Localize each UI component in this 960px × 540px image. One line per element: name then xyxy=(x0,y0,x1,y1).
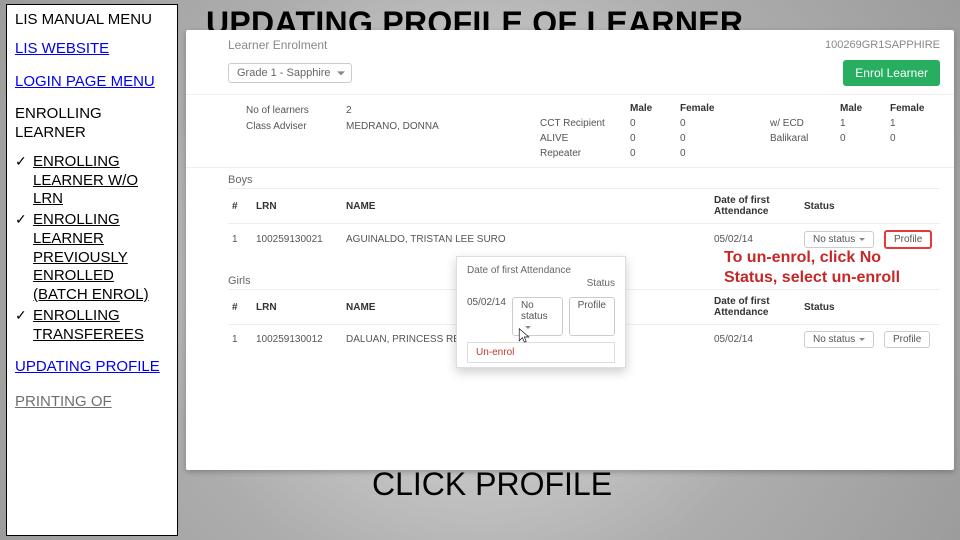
cell: ALIVE xyxy=(540,133,630,144)
cell xyxy=(730,118,770,129)
cell: 0 xyxy=(890,133,940,144)
popup-label-date: Date of first Attendance xyxy=(467,265,615,276)
col-hdr xyxy=(770,103,840,114)
th: LRN xyxy=(252,189,342,224)
cell: 100259130021 xyxy=(252,224,342,256)
th: LRN xyxy=(252,290,342,325)
boys-table: # LRN NAME Date of first Attendance Stat… xyxy=(228,188,940,255)
cell: 0 xyxy=(680,148,730,159)
cell: 0 xyxy=(680,118,730,129)
cell: 0 xyxy=(630,148,680,159)
col-hdr xyxy=(540,103,630,114)
screenshot-header: Learner Enrolment 100269GR1SAPPHIRE xyxy=(186,30,954,56)
sidebar-link-updating-profile[interactable]: UPDATING PROFILE xyxy=(15,358,169,377)
summary-block: No of learners2 Class AdviserMEDRANO, DO… xyxy=(186,95,954,168)
th xyxy=(880,189,940,224)
cell: 1 xyxy=(890,118,940,129)
sidebar-item-enrol-no-lrn[interactable]: ✓ ENROLLING LEARNER W/O LRN xyxy=(15,153,169,209)
th: # xyxy=(228,189,252,224)
cell: Balikaral xyxy=(770,133,840,144)
sidebar-link-login-page[interactable]: LOGIN PAGE MENU xyxy=(15,73,169,92)
click-profile-label: CLICK PROFILE xyxy=(372,468,612,502)
cell: 0 xyxy=(680,133,730,144)
col-hdr: Female xyxy=(890,103,940,114)
cell: 0 xyxy=(630,133,680,144)
check-icon: ✓ xyxy=(15,153,27,171)
cell xyxy=(890,148,940,159)
cell: 05/02/14 xyxy=(710,325,800,355)
summary-value: MEDRANO, DONNA xyxy=(346,119,540,135)
cell: 0 xyxy=(630,118,680,129)
th: Date of first Attendance xyxy=(710,290,800,325)
cell: 0 xyxy=(840,133,890,144)
sidebar-item-enrol-prev[interactable]: ✓ ENROLLING LEARNER PREVIOUSLY ENROLLED … xyxy=(15,211,169,305)
cell: 1 xyxy=(228,325,252,355)
popup-profile-button[interactable]: Profile xyxy=(569,297,615,336)
popup-menu-item-unenrol[interactable]: Un-enrol xyxy=(467,342,615,363)
th: Status xyxy=(800,290,880,325)
popup-date-value: 05/02/14 xyxy=(467,297,506,336)
cell: 1 xyxy=(840,118,890,129)
summary-left: No of learners2 Class AdviserMEDRANO, DO… xyxy=(246,103,540,159)
th xyxy=(880,290,940,325)
th: Status xyxy=(800,189,880,224)
cell: 1 xyxy=(228,224,252,256)
sidebar-item-label: ENROLLING LEARNER PREVIOUSLY ENROLLED (B… xyxy=(33,211,149,303)
user-code: 100269GR1SAPPHIRE xyxy=(825,39,940,51)
sidebar-heading-enrolling: ENROLLING LEARNER xyxy=(15,105,169,143)
th: # xyxy=(228,290,252,325)
col-hdr: Male xyxy=(840,103,890,114)
cell xyxy=(770,148,840,159)
summary-value: 2 xyxy=(346,103,540,119)
enrol-learner-button[interactable]: Enrol Learner xyxy=(843,60,940,86)
summary-label: Class Adviser xyxy=(246,119,346,135)
cell: 100259130012 xyxy=(252,325,342,355)
col-hdr: Female xyxy=(680,103,730,114)
cell: w/ ECD xyxy=(770,118,840,129)
sidebar-item-label: ENROLLING LEARNER W/O LRN xyxy=(33,153,138,208)
profile-button[interactable]: Profile xyxy=(884,230,932,249)
sidebar-sublist: ✓ ENROLLING LEARNER W/O LRN ✓ ENROLLING … xyxy=(15,153,169,345)
popup-label-status: Status xyxy=(587,278,615,289)
annotation-callout: To un-enrol, click No Status, select un-… xyxy=(724,248,934,288)
breadcrumb: Learner Enrolment xyxy=(228,38,327,52)
boys-section-title: Boys xyxy=(186,168,954,188)
status-dropdown[interactable]: No status xyxy=(804,331,874,348)
col-hdr: Male xyxy=(630,103,680,114)
summary-label: No of learners xyxy=(246,103,346,119)
cursor-icon xyxy=(518,328,532,346)
cell: AGUINALDO, TRISTAN LEE SURO xyxy=(342,224,710,256)
status-popup: Date of first Attendance . Status 05/02/… xyxy=(456,256,626,368)
sidebar-heading-manual-menu: LIS MANUAL MENU xyxy=(15,11,169,30)
col-hdr xyxy=(730,103,770,114)
cell xyxy=(730,133,770,144)
cell: Repeater xyxy=(540,148,630,159)
sidebar-menu: LIS MANUAL MENU LIS WEBSITE LOGIN PAGE M… xyxy=(6,4,178,536)
sidebar-link-printing[interactable]: PRINTING OF xyxy=(15,393,169,412)
th: Date of first Attendance xyxy=(710,189,800,224)
check-icon: ✓ xyxy=(15,307,27,325)
sidebar-item-enrol-transferees[interactable]: ✓ ENROLLING TRANSFEREES xyxy=(15,307,169,345)
summary-table: Male Female Male Female CCT Recipient 0 … xyxy=(540,103,940,159)
profile-button[interactable]: Profile xyxy=(884,331,930,348)
class-selector-row: Grade 1 - Sapphire Enrol Learner xyxy=(186,56,954,95)
sidebar-link-website[interactable]: LIS WEBSITE xyxy=(15,40,169,59)
status-dropdown[interactable]: No status xyxy=(804,231,874,248)
cell xyxy=(840,148,890,159)
cell: CCT Recipient xyxy=(540,118,630,129)
class-select[interactable]: Grade 1 - Sapphire xyxy=(228,63,352,83)
th: NAME xyxy=(342,189,710,224)
sidebar-item-label: ENROLLING TRANSFEREES xyxy=(33,307,144,343)
cell xyxy=(730,148,770,159)
check-icon: ✓ xyxy=(15,211,27,229)
